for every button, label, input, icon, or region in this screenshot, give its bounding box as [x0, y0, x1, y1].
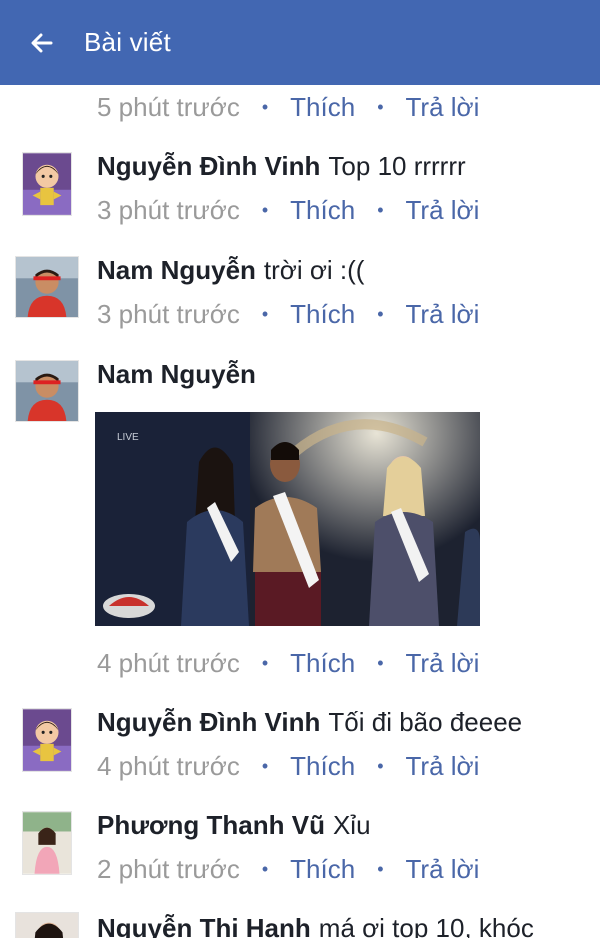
comment-text: Top 10 rrrrrr: [328, 150, 466, 181]
profile-photo-avatar: [16, 361, 78, 421]
comment-meta-row: 5 phút trước • Thích • Trả lời: [97, 89, 479, 125]
separator-dot: •: [261, 858, 269, 879]
comment-text-row: Nam Nguyễn trời ơi :((: [97, 252, 364, 288]
separator-dot: •: [261, 652, 269, 673]
separator-dot: •: [377, 652, 384, 673]
comment-text: má ơi top 10, khóc: [318, 912, 534, 938]
comment-time: 5 phút trước: [97, 91, 240, 122]
comment-meta-row: 2 phút trước • Thích • Trả lời: [97, 851, 479, 887]
comment-time: 4 phút trước: [97, 647, 240, 678]
comment-text-row: Nguyễn Thị Hạnh má ơi top 10, khóc: [97, 910, 534, 938]
comment-text-row: Nam Nguyễn: [97, 356, 264, 392]
separator-dot: •: [261, 303, 269, 324]
profile-photo-avatar: [16, 913, 78, 938]
comment-meta-row: 4 phút trước • Thích • Trả lời: [97, 645, 479, 681]
comment-text-row: Phương Thanh Vũ Xỉu: [97, 807, 371, 843]
avatar[interactable]: [22, 708, 72, 772]
comment-time: 4 phút trước: [97, 750, 240, 781]
like-link[interactable]: Thích: [290, 92, 355, 123]
separator-dot: •: [377, 755, 384, 776]
back-button[interactable]: [22, 23, 62, 63]
avatar[interactable]: [15, 256, 79, 318]
comment-photo[interactable]: LIVE: [95, 412, 480, 626]
separator-dot: •: [377, 858, 384, 879]
reply-link[interactable]: Trả lời: [406, 854, 480, 885]
separator-dot: •: [261, 96, 269, 117]
like-link[interactable]: Thích: [290, 751, 355, 782]
avatar[interactable]: [15, 912, 79, 938]
comment-text-row: Nguyễn Đình Vinh Tối đi bão đeeee: [97, 704, 522, 740]
comment-time: 3 phút trước: [97, 298, 240, 329]
like-link[interactable]: Thích: [290, 648, 355, 679]
profile-photo-avatar: [23, 812, 71, 874]
separator-dot: •: [261, 199, 269, 220]
like-link[interactable]: Thích: [290, 299, 355, 330]
separator-dot: •: [377, 199, 384, 220]
commenter-name[interactable]: Nguyễn Đình Vinh: [97, 151, 320, 182]
comment-time: 3 phút trước: [97, 194, 240, 225]
comment-meta-row: 3 phút trước • Thích • Trả lời: [97, 192, 479, 228]
separator-dot: •: [261, 755, 269, 776]
commenter-name[interactable]: Nam Nguyễn: [97, 359, 256, 390]
reply-link[interactable]: Trả lời: [406, 299, 480, 330]
separator-dot: •: [377, 303, 384, 324]
cartoon-avatar-image: [23, 153, 71, 215]
commenter-name[interactable]: Nguyễn Thị Hạnh: [97, 913, 311, 938]
like-link[interactable]: Thích: [290, 195, 355, 226]
comment-meta-row: 3 phút trước • Thích • Trả lời: [97, 296, 479, 332]
avatar[interactable]: [22, 152, 72, 216]
reply-link[interactable]: Trả lời: [406, 195, 480, 226]
reply-link[interactable]: Trả lời: [406, 751, 480, 782]
profile-photo-avatar: [16, 257, 78, 317]
commenter-name[interactable]: Nguyễn Đình Vinh: [97, 707, 320, 738]
back-arrow-icon: [31, 33, 53, 52]
avatar[interactable]: [15, 360, 79, 422]
pageant-stage-photo: [95, 412, 480, 626]
live-badge: LIVE: [117, 432, 139, 443]
commenter-name[interactable]: Phương Thanh Vũ: [97, 810, 325, 841]
reply-link[interactable]: Trả lời: [406, 648, 480, 679]
cartoon-avatar-image: [23, 709, 71, 771]
page-title: Bài viết: [84, 27, 171, 57]
commenter-name[interactable]: Nam Nguyễn: [97, 255, 256, 286]
comment-text: Xỉu: [332, 809, 371, 840]
top-app-bar: Bài viết: [0, 0, 600, 85]
reply-link[interactable]: Trả lời: [406, 92, 480, 123]
avatar[interactable]: [22, 811, 72, 875]
comment-text: Tối đi bão đeeee: [328, 706, 523, 737]
separator-dot: •: [377, 96, 384, 117]
comment-time: 2 phút trước: [97, 853, 240, 884]
comment-text-row: Nguyễn Đình Vinh Top 10 rrrrrr: [97, 148, 466, 184]
comment-meta-row: 4 phút trước • Thích • Trả lời: [97, 748, 479, 784]
comment-text: trời ơi :((: [263, 254, 365, 285]
like-link[interactable]: Thích: [290, 854, 355, 885]
